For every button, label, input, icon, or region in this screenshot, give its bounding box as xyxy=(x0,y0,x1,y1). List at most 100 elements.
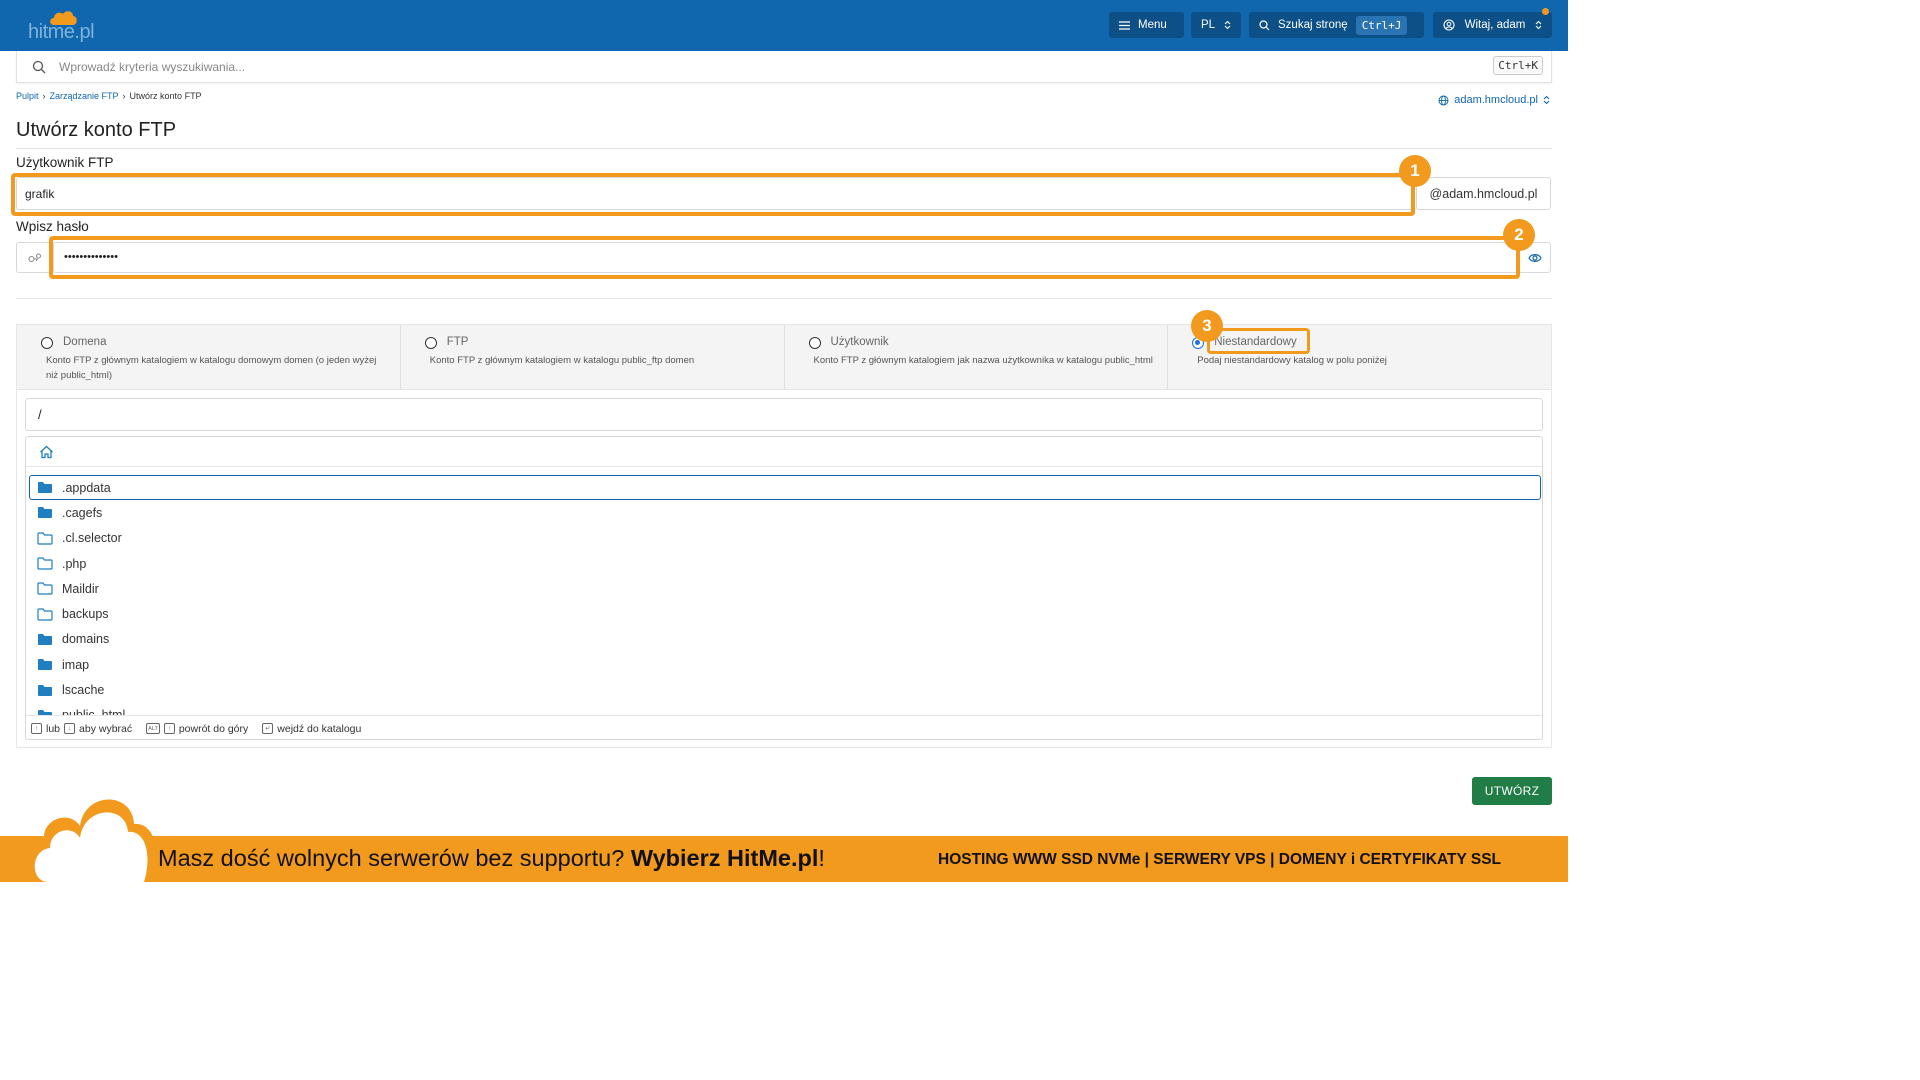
highlight-box-1 xyxy=(11,173,1415,216)
file-name: .cl.selector xyxy=(62,531,122,546)
radio-ftp[interactable] xyxy=(424,337,437,349)
banner-text-end: ! xyxy=(818,845,825,871)
banner-services: HOSTING WWW SSD NVMe | SERWERY VPS | DOM… xyxy=(938,851,1502,868)
option-domain[interactable]: Domena Konto FTP z głównym katalogiem w … xyxy=(17,325,401,389)
file-list-item[interactable]: lscache xyxy=(29,677,1541,702)
search-page-label: Szukaj stronę xyxy=(1278,19,1348,31)
cloud-icon xyxy=(27,799,157,882)
domain-suffix: @adam.hmcloud.pl xyxy=(1416,177,1551,210)
breadcrumb-separator-icon: › xyxy=(122,91,126,101)
file-name: lscache xyxy=(62,683,105,698)
ftp-user-label: Użytkownik FTP xyxy=(16,155,114,170)
custom-path-input[interactable]: / xyxy=(25,398,1543,431)
file-list-item[interactable]: imap xyxy=(29,652,1541,677)
file-list-item[interactable]: .cagefs xyxy=(29,500,1541,525)
option-custom-desc: Podaj niestandardowy katalog w polu poni… xyxy=(1197,355,1387,366)
arrow-up-key-icon: ↑ xyxy=(31,723,42,734)
eye-icon xyxy=(1527,253,1542,262)
search-icon xyxy=(32,60,46,74)
menu-button[interactable]: Menu xyxy=(1109,12,1184,38)
file-name: .appdata xyxy=(62,480,111,495)
folder-icon xyxy=(38,633,52,645)
shortcut-badge: Ctrl+J xyxy=(1355,15,1408,35)
file-list-item[interactable]: backups xyxy=(29,601,1541,626)
radio-user[interactable] xyxy=(808,337,821,349)
hint-go-up: powrót do góry xyxy=(178,722,249,735)
option-ftp[interactable]: FTP Konto FTP z głównym katalogiem w kat… xyxy=(401,325,785,389)
enter-key-icon: ↵ xyxy=(262,723,274,734)
language-select[interactable]: PL xyxy=(1191,12,1241,38)
hint-enter-dir: wejdź do katalogu xyxy=(277,722,362,735)
annotation-badge-1: 1 xyxy=(1399,155,1431,187)
ftp-root-options: Domena Konto FTP z głównym katalogiem w … xyxy=(16,324,1552,390)
banner-text-plain: Masz dość wolnych serwerów bez supportu? xyxy=(158,845,631,871)
option-user[interactable]: Użytkownik Konto FTP z głównym katalogie… xyxy=(785,325,1169,389)
alt-key-icon: ALT xyxy=(146,723,160,734)
file-list-item[interactable]: .php xyxy=(29,551,1541,576)
logo-text: hitme.pl xyxy=(28,21,95,43)
chevron-updown-icon xyxy=(1535,20,1542,30)
breadcrumb: Pulpit › Zarządzanie FTP › Utwórz konto … xyxy=(16,91,202,101)
page-title: Utwórz konto FTP xyxy=(16,119,177,141)
hint-select: aby wybrać xyxy=(79,722,133,735)
keyboard-hints: ↑ lub ↓ aby wybrać ALT ↑ powrót do góry … xyxy=(26,715,1542,739)
ad-banner[interactable]: Masz dość wolnych serwerów bez supportu?… xyxy=(0,836,1568,882)
highlight-box-3 xyxy=(1207,328,1310,354)
folder-icon xyxy=(37,557,53,570)
domain-selector[interactable]: adam.hmcloud.pl xyxy=(1438,94,1550,106)
arrow-up-key-icon: ↑ xyxy=(163,723,175,734)
file-list-item[interactable]: public_html xyxy=(29,703,1541,715)
folder-icon xyxy=(38,507,52,519)
hint-or: lub xyxy=(46,722,61,735)
folder-icon xyxy=(38,482,52,494)
hitme-logo[interactable]: hitme.pl xyxy=(28,9,108,43)
domain-selector-label: adam.hmcloud.pl xyxy=(1454,94,1538,106)
file-list-item[interactable]: Maildir xyxy=(29,576,1541,601)
search-input[interactable]: Wprowadź kryteria wyszukiwania... xyxy=(59,60,245,74)
key-generate-icon xyxy=(28,253,41,262)
banner-headline: Masz dość wolnych serwerów bez supportu?… xyxy=(158,845,825,872)
file-name: Maildir xyxy=(62,581,99,596)
user-greeting: Witaj, adam xyxy=(1464,19,1526,31)
password-label: Wpisz hasło xyxy=(16,219,89,234)
user-menu-button[interactable]: Witaj, adam xyxy=(1433,8,1552,38)
breadcrumb-link-dashboard[interactable]: Pulpit xyxy=(16,91,39,101)
file-list-item[interactable]: .appdata xyxy=(29,475,1541,501)
option-ftp-desc: Konto FTP z głównym katalogiem w katalog… xyxy=(429,355,695,366)
annotation-badge-2: 2 xyxy=(1503,219,1535,251)
file-name: public_html xyxy=(62,708,125,715)
notification-dot xyxy=(1542,8,1549,15)
banner-text-bold: Wybierz HitMe.pl xyxy=(630,845,819,871)
folder-icon xyxy=(38,659,52,671)
file-list-item[interactable]: domains xyxy=(29,627,1541,652)
divider xyxy=(16,148,1552,149)
file-name: .php xyxy=(62,556,87,571)
file-list-item[interactable]: .cl.selector xyxy=(29,526,1541,551)
global-search-bar[interactable]: Wprowadź kryteria wyszukiwania... Ctrl+K xyxy=(16,51,1552,83)
annotation-badge-3: 3 xyxy=(1191,310,1223,342)
create-button[interactable]: UTWÓRZ xyxy=(1472,777,1552,805)
file-list: .appdata .cagefs .cl.selector .php Maildir ba… xyxy=(29,475,1541,715)
search-shortcut-badge: Ctrl+K xyxy=(1493,56,1543,75)
chevron-updown-icon xyxy=(1543,95,1550,105)
radio-domain[interactable] xyxy=(41,337,53,349)
folder-icon xyxy=(37,608,53,621)
folder-icon xyxy=(38,684,52,696)
breadcrumb-link-ftp-management[interactable]: Zarządzanie FTP xyxy=(50,91,119,101)
arrow-down-key-icon: ↓ xyxy=(64,723,76,734)
divider xyxy=(16,298,1552,299)
file-name: domains xyxy=(62,632,110,647)
search-page-button[interactable]: Szukaj stronę Ctrl+J xyxy=(1249,12,1424,38)
hamburger-icon xyxy=(1119,20,1130,30)
breadcrumb-current: Utwórz konto FTP xyxy=(129,91,202,101)
directory-browser: .appdata .cagefs .cl.selector .php Maildir ba… xyxy=(25,436,1543,740)
globe-icon xyxy=(1438,95,1449,105)
home-icon[interactable] xyxy=(39,445,54,459)
option-user-desc: Konto FTP z głównym katalogiem jak nazwa… xyxy=(813,355,1153,366)
highlight-box-2 xyxy=(49,236,1520,279)
file-name: backups xyxy=(62,607,109,622)
browser-toolbar xyxy=(26,437,1542,467)
generate-password-button[interactable] xyxy=(16,242,53,273)
menu-label: Menu xyxy=(1138,19,1167,31)
breadcrumb-separator-icon: › xyxy=(42,91,46,101)
